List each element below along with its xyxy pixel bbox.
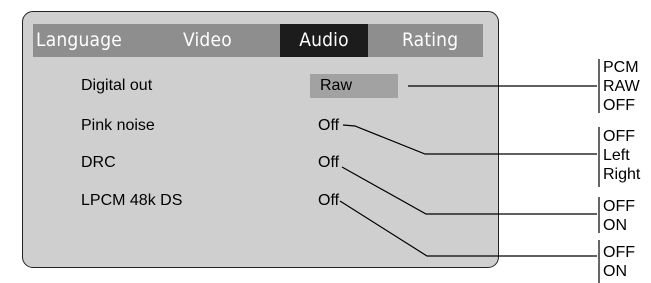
option-list-pink-noise: OFF Left Right xyxy=(603,127,640,184)
option-list-digital-out: PCM RAW OFF xyxy=(603,58,640,115)
callout-lines xyxy=(339,59,600,283)
option-item: Left xyxy=(603,147,630,164)
option-item: ON xyxy=(603,217,627,234)
option-item: ON xyxy=(603,263,627,280)
callout-line-lpcm xyxy=(339,200,597,257)
option-item: Right xyxy=(603,166,641,183)
option-item: RAW xyxy=(603,78,640,95)
option-list-drc: OFF ON xyxy=(603,197,635,235)
callout-line-drc xyxy=(341,166,597,215)
option-list-lpcm: OFF ON xyxy=(603,243,635,281)
option-item: OFF xyxy=(603,244,635,261)
option-item: OFF xyxy=(603,128,635,145)
option-item: OFF xyxy=(603,97,635,114)
option-item: PCM xyxy=(603,59,639,76)
option-item: OFF xyxy=(603,198,635,215)
callout-line-pink-noise xyxy=(342,124,597,155)
